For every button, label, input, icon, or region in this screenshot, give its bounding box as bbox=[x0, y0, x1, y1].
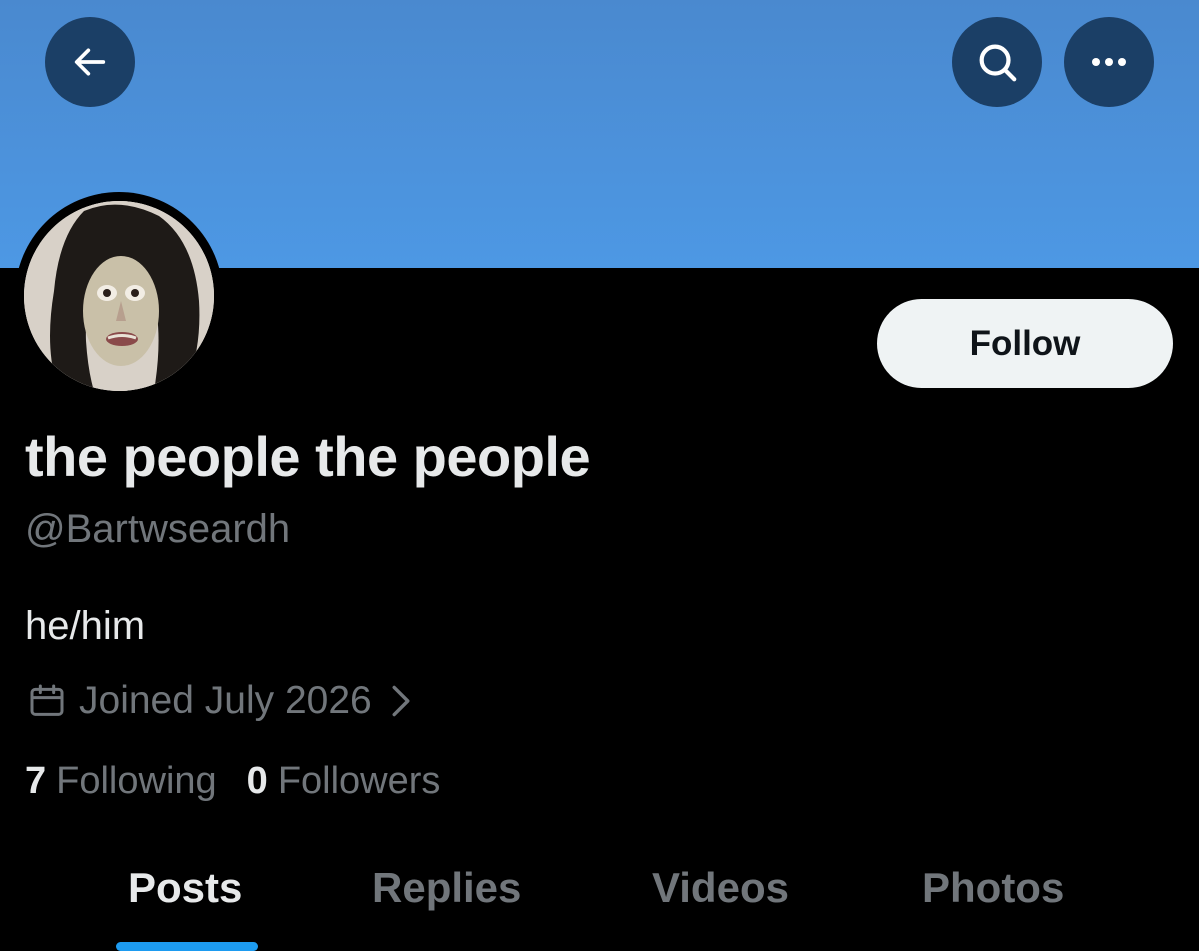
search-icon bbox=[979, 44, 1017, 82]
follow-stats: 7 Following 0 Followers bbox=[25, 760, 440, 803]
arrow-left-icon bbox=[74, 48, 106, 76]
avatar[interactable] bbox=[15, 192, 223, 400]
profile-bio: he/him bbox=[25, 604, 146, 648]
followers-label: Followers bbox=[277, 760, 441, 802]
display-name: the people the people bbox=[25, 425, 591, 488]
followers-stat[interactable]: 0 Followers bbox=[247, 760, 441, 803]
more-options-button[interactable] bbox=[1064, 17, 1154, 107]
more-horizontal-icon bbox=[1092, 58, 1126, 66]
active-tab-indicator bbox=[116, 942, 258, 951]
tab-replies[interactable]: Replies bbox=[372, 864, 521, 912]
follow-button[interactable]: Follow bbox=[877, 299, 1173, 388]
back-button[interactable] bbox=[45, 17, 135, 107]
search-button[interactable] bbox=[952, 17, 1042, 107]
followers-count: 0 bbox=[246, 760, 268, 802]
chevron-right-icon bbox=[390, 684, 412, 718]
following-label: Following bbox=[56, 760, 217, 802]
calendar-icon bbox=[27, 681, 67, 721]
joined-date-row[interactable]: Joined July 2026 bbox=[27, 676, 412, 726]
tab-posts[interactable]: Posts bbox=[128, 864, 242, 912]
tab-photos[interactable]: Photos bbox=[922, 864, 1064, 912]
joined-date: Joined July 2026 bbox=[79, 679, 372, 722]
profile-avatar bbox=[24, 201, 214, 391]
following-count: 7 bbox=[25, 760, 47, 802]
tab-videos[interactable]: Videos bbox=[652, 864, 789, 912]
following-stat[interactable]: 7 Following bbox=[25, 760, 217, 803]
profile-handle: @Bartwseardh bbox=[25, 507, 291, 551]
